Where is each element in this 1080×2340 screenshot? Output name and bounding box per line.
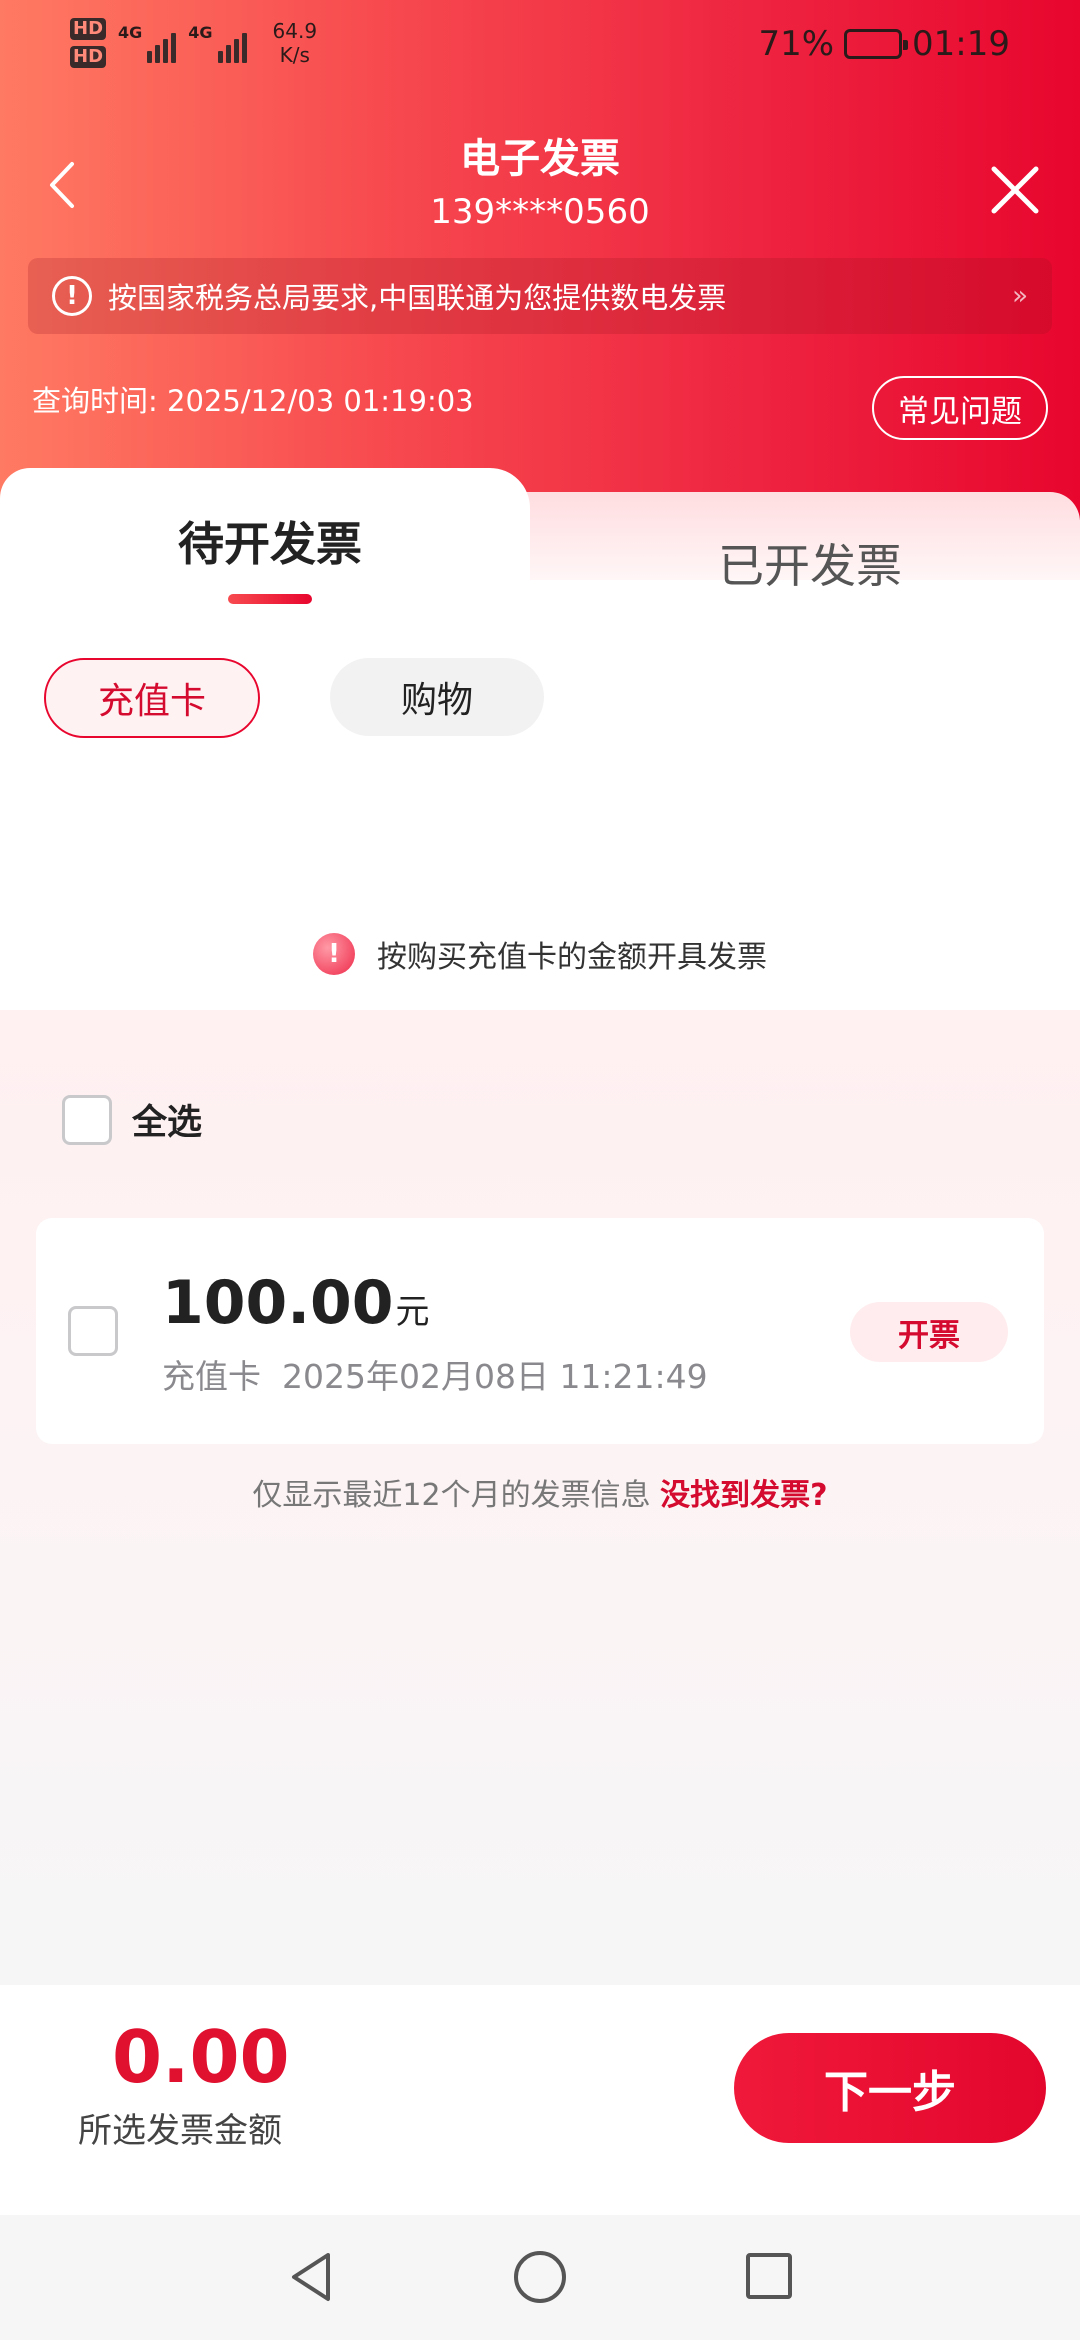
status-left: HD HD 4G 4G 64.9 K/s — [70, 18, 317, 68]
network-type-2: 4G — [188, 23, 213, 42]
invoice-checkbox[interactable] — [68, 1306, 118, 1356]
clock: 01:19 — [912, 24, 1010, 64]
tab-pending-invoices[interactable]: 待开发票 — [120, 508, 420, 574]
battery-percent: 71% — [758, 24, 835, 64]
page: HD HD 4G 4G 64.9 K/s 71% 01:19 电子发票 139*… — [0, 0, 1080, 2340]
phone-number: 139****0560 — [430, 192, 650, 232]
select-all-label: 全选 — [132, 1103, 203, 1143]
invoice-card[interactable]: 100.00元 充值卡 2025年02月08日 11:21:49 开票 — [36, 1218, 1044, 1444]
status-right: 71% 01:19 — [758, 24, 1010, 64]
signal-bar — [163, 39, 169, 63]
select-all-checkbox[interactable] — [62, 1094, 112, 1145]
warning-icon: ! — [313, 933, 355, 975]
battery-icon — [844, 29, 909, 59]
query-time-row: 查询时间: 2025/12/03 01:19:03 — [32, 378, 474, 420]
invoice-type: 充值卡 — [162, 1357, 261, 1396]
selected-total-amount: 0.00 — [112, 2015, 290, 2099]
invoice-meta: 充值卡 2025年02月08日 11:21:49 — [162, 1350, 708, 1398]
faq-button[interactable]: 常见问题 — [872, 376, 1048, 440]
hint-row: 仅显示最近12个月的发票信息 没找到发票? — [0, 1470, 1080, 1514]
hd-indicators: HD HD — [70, 18, 107, 68]
close-icon — [991, 166, 1039, 214]
network-speed: 64.9 K/s — [273, 19, 318, 67]
hd-badge-1: HD — [70, 18, 107, 40]
signal-bar — [171, 33, 177, 63]
double-chevron-right-icon: » — [1012, 281, 1028, 311]
signal-bar — [241, 33, 247, 63]
bottom-bar: 0.00 所选发票金额 下一步 — [0, 1985, 1080, 2215]
signal-icon-1: 4G — [118, 23, 177, 63]
hd-badge-2: HD — [70, 46, 107, 68]
status-bar: HD HD 4G 4G 64.9 K/s 71% 01:19 — [0, 0, 1080, 90]
chip-shopping[interactable]: 购物 — [330, 658, 544, 736]
signal-bar — [217, 51, 223, 63]
speed-unit: K/s — [279, 43, 310, 67]
speed-value: 64.9 — [272, 19, 318, 43]
not-found-link[interactable]: 没找到发票? — [660, 1478, 827, 1513]
title-block: 电子发票 139****0560 — [0, 130, 1080, 236]
invoice-date: 2025年02月08日 11:21:49 — [281, 1357, 708, 1396]
select-all-row[interactable]: 全选 — [62, 1094, 202, 1145]
tab-active-indicator — [228, 594, 312, 604]
signal-bar — [233, 39, 239, 63]
next-step-button[interactable]: 下一步 — [734, 2033, 1046, 2143]
notice-text: 按国家税务总局要求,中国联通为您提供数电发票 — [108, 281, 727, 315]
issue-invoice-button[interactable]: 开票 — [850, 1302, 1008, 1362]
tip-row: ! 按购买充值卡的金额开具发票 — [0, 932, 1080, 976]
hint-text: 仅显示最近12个月的发票信息 — [252, 1478, 651, 1513]
close-button[interactable] — [980, 155, 1050, 225]
tab-issued-invoices[interactable]: 已开发票 — [660, 530, 960, 596]
alert-icon: ! — [52, 276, 92, 316]
chip-recharge-card[interactable]: 充值卡 — [44, 658, 260, 738]
query-time-label: 查询时间: — [32, 384, 158, 418]
signal-icon-2: 4G — [188, 23, 247, 63]
network-type-1: 4G — [118, 23, 143, 42]
nav-back-icon[interactable] — [282, 2247, 342, 2307]
invoice-amount-value: 100.00 — [162, 1268, 394, 1338]
tip-text: 按购买充值卡的金额开具发票 — [377, 940, 767, 975]
invoice-amount: 100.00元 — [162, 1268, 430, 1338]
nav-recent-apps-icon[interactable] — [746, 2253, 792, 2299]
system-navigation-bar — [0, 2215, 1080, 2340]
signal-bar — [147, 51, 153, 63]
selected-total-label: 所选发票金额 — [78, 2111, 282, 2151]
nav-home-icon[interactable] — [514, 2251, 566, 2303]
query-time-value: 2025/12/03 01:19:03 — [167, 384, 474, 418]
notice-banner[interactable]: ! 按国家税务总局要求,中国联通为您提供数电发票 » — [28, 258, 1052, 334]
signal-bar — [155, 45, 161, 63]
signal-bar — [225, 45, 231, 63]
invoice-amount-unit: 元 — [395, 1292, 430, 1332]
page-title: 电子发票 — [460, 136, 620, 182]
